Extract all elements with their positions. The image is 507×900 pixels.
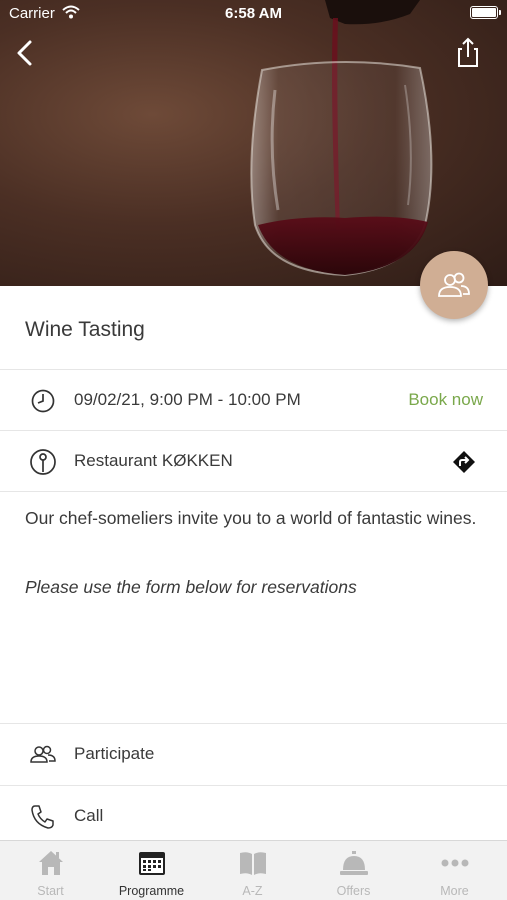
share-icon[interactable] [453, 36, 483, 70]
participate-label: Participate [74, 744, 155, 763]
clock: 6:58 AM [225, 5, 282, 22]
location-name: Restaurant KØKKEN [74, 451, 233, 470]
calendar-icon [139, 852, 165, 875]
tab-a-z[interactable]: A-Z [202, 841, 303, 900]
tab-label: More [440, 884, 469, 898]
tab-label: Start [37, 884, 64, 898]
battery-icon [470, 6, 501, 19]
group-icon [30, 745, 56, 763]
event-description: Our chef-someliers invite you to a world… [25, 508, 477, 528]
book-now-link[interactable]: Book now [408, 390, 483, 410]
tab-label: Programme [118, 884, 185, 898]
group-icon [438, 272, 470, 297]
call-label: Call [74, 806, 104, 825]
tab-label: A-Z [242, 884, 263, 898]
phone-icon [31, 805, 54, 829]
tab-start[interactable]: Start [0, 841, 101, 900]
description-divider [0, 491, 507, 492]
book-icon [240, 852, 266, 875]
hero-image: Carrier 6:58 AM [0, 0, 507, 286]
more-icon [441, 859, 469, 867]
location-row[interactable]: Restaurant KØKKEN [0, 430, 507, 491]
tab-programme[interactable]: Programme [101, 841, 202, 900]
home-icon [39, 851, 63, 875]
directions-icon[interactable] [452, 450, 476, 474]
tab-more[interactable]: More [404, 841, 505, 900]
event-title: Wine Tasting [25, 318, 145, 341]
back-icon[interactable] [10, 36, 40, 70]
participants-button[interactable] [420, 251, 488, 319]
tab-offers[interactable]: Offers [303, 841, 404, 900]
status-bar: Carrier 6:58 AM [0, 0, 507, 28]
clock-icon [31, 389, 55, 413]
location-pin-icon [30, 449, 56, 475]
tab-label: Offers [336, 884, 371, 898]
tab-bar: Start Programme A-Z Offers More [0, 840, 507, 900]
reservation-note: Please use the form below for reservatio… [25, 577, 357, 597]
wine-glass-photo [250, 0, 433, 277]
date-row: 09/02/21, 9:00 PM - 10:00 PM Book now [0, 369, 507, 430]
call-row[interactable]: Call [0, 785, 507, 846]
event-datetime: 09/02/21, 9:00 PM - 10:00 PM [74, 390, 301, 409]
service-bell-icon [340, 851, 368, 875]
participate-row[interactable]: Participate [0, 723, 507, 784]
